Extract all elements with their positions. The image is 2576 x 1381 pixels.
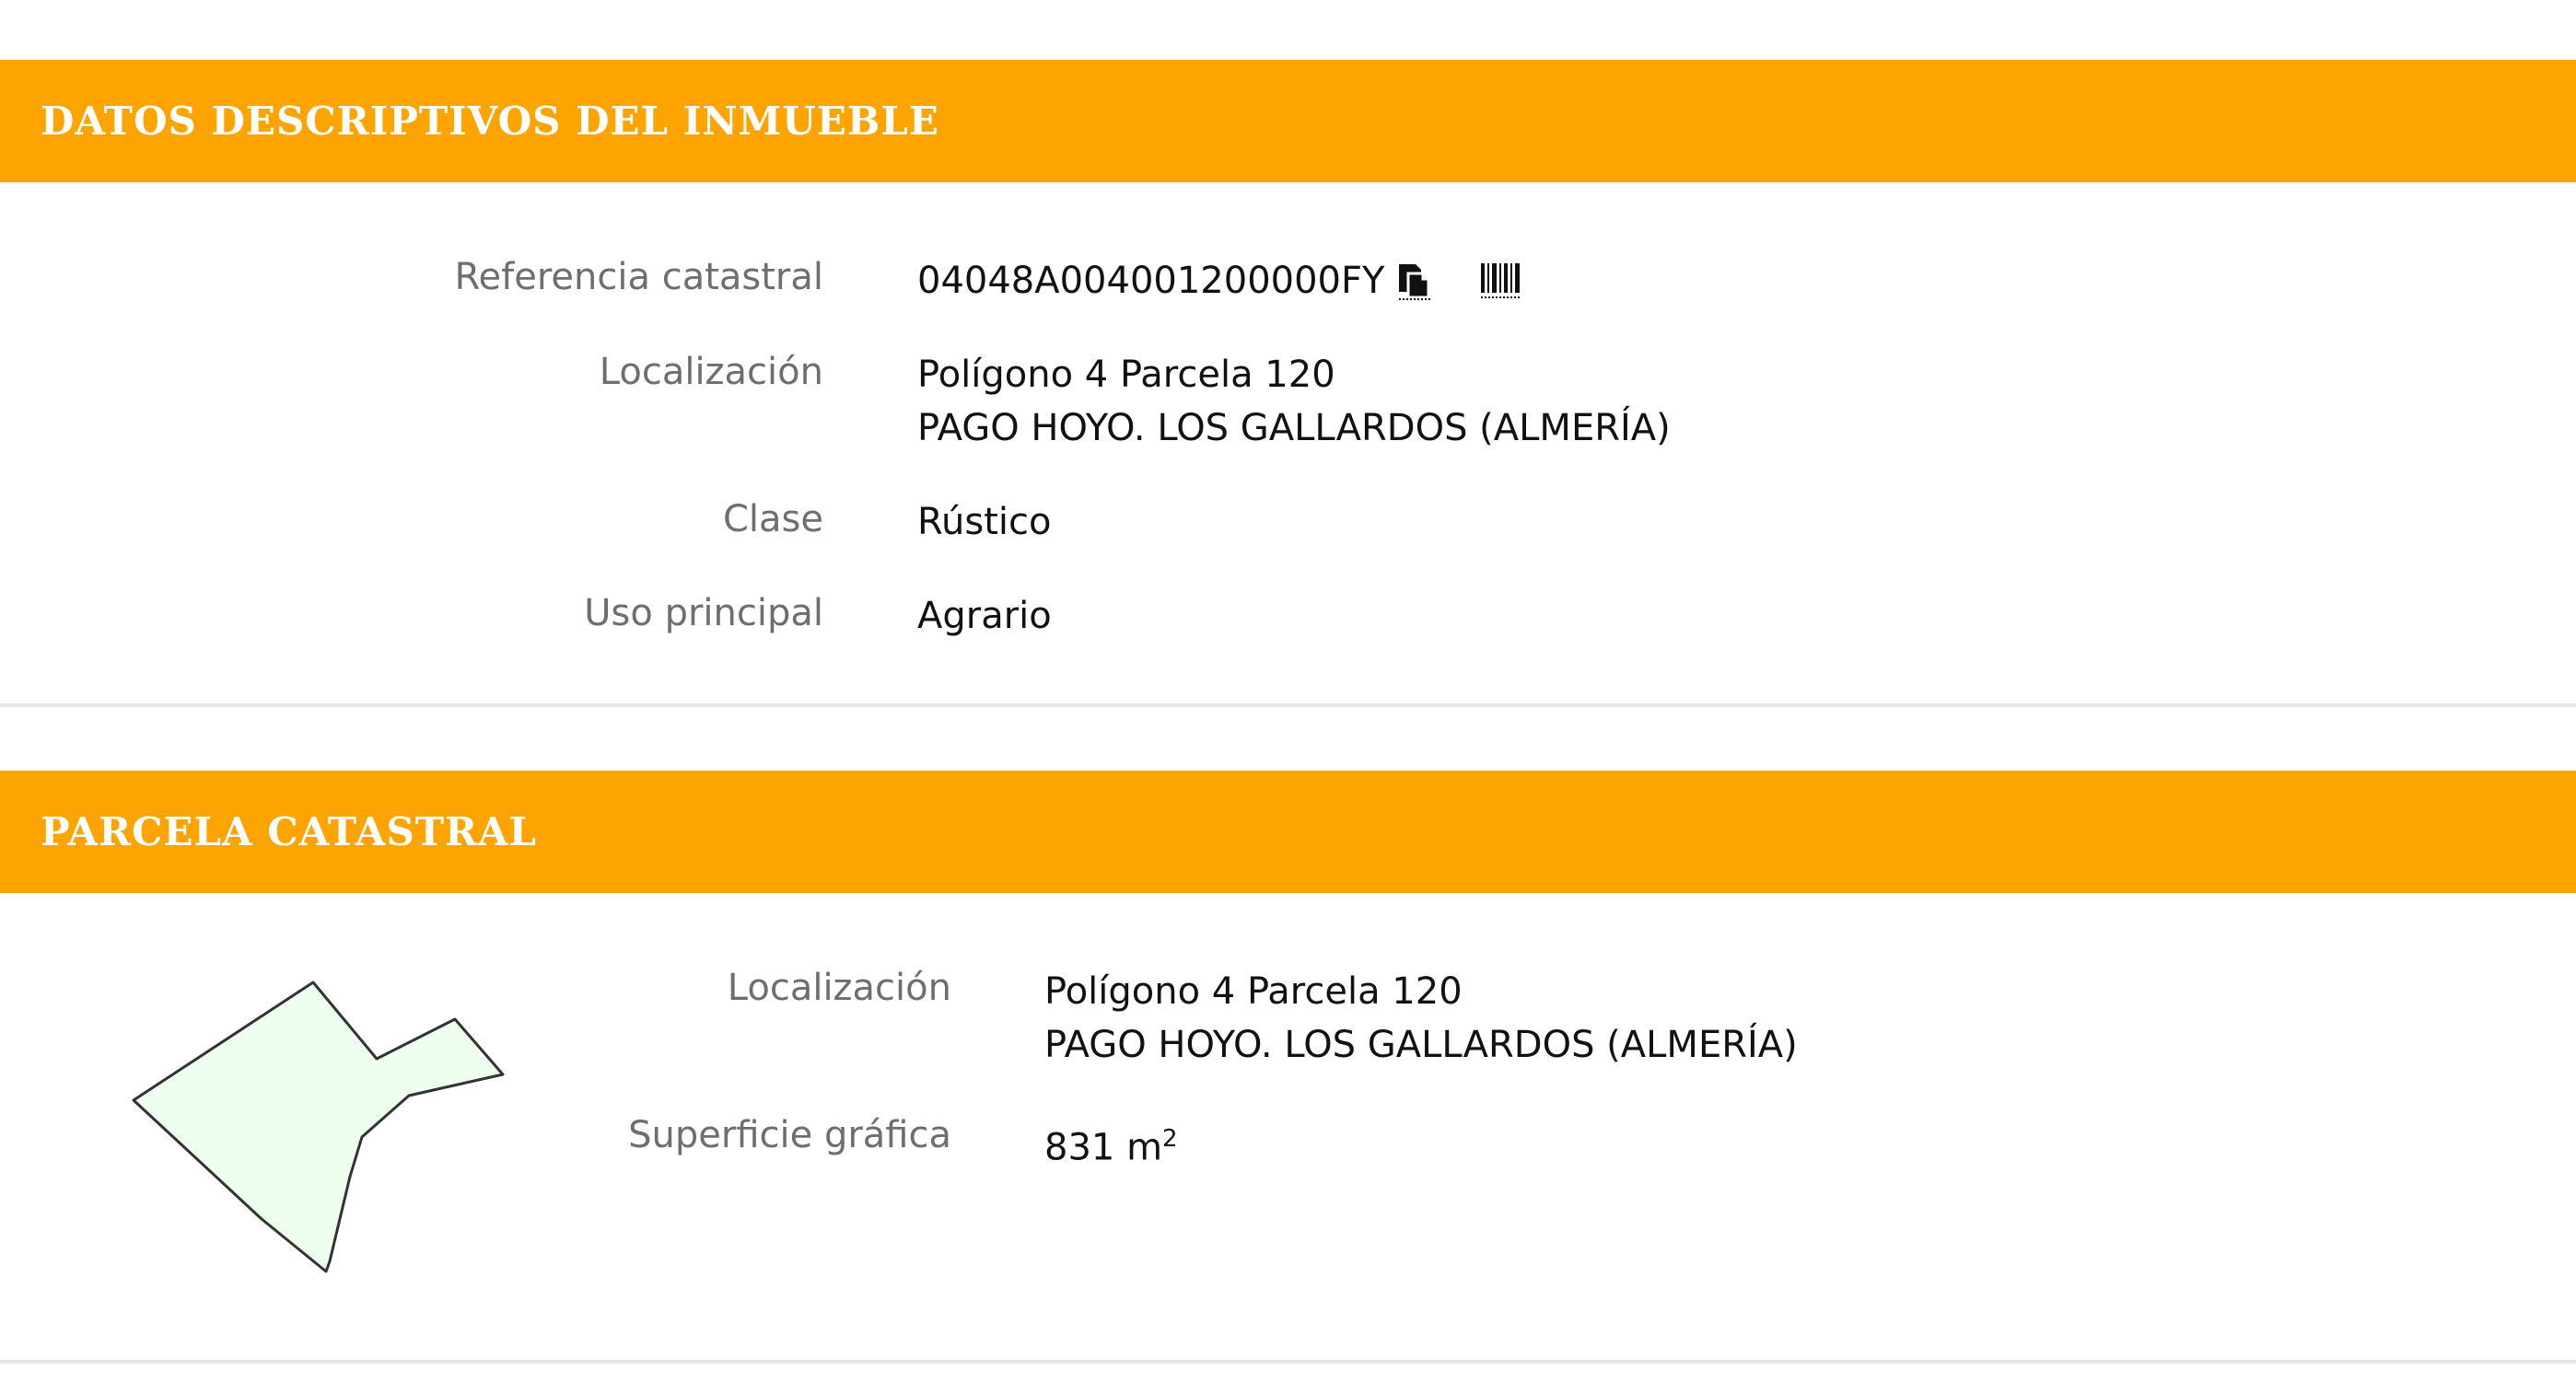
uso-principal-label: Uso principal [584,592,823,634]
referencia-catastral-label: Referencia catastral [454,256,823,298]
parcela-localizacion-line-1: Polígono 4 Parcela 120 [1044,970,1463,1013]
referencia-catastral-row: 04048A004001200000FY [917,254,1521,308]
localizacion-line-1: Polígono 4 Parcela 120 [917,354,1335,396]
localizacion-line-2: PAGO HOYO. LOS GALLARDOS (ALMERÍA) [917,407,1671,449]
superficie-grafica-value: 831 m2 [1044,1112,1178,1174]
parcel-shape-image [132,981,505,1273]
section-divider-bottom [0,1360,2576,1364]
superficie-unit-superscript: 2 [1162,1125,1178,1153]
localizacion-label: Localización [599,351,823,393]
datos-descriptivos-header: DATOS DESCRIPTIVOS DEL INMUEBLE [0,60,2576,182]
copy-icon[interactable] [1395,261,1434,301]
parcela-localizacion-label: Localización [727,967,951,1009]
clase-label: Clase [722,498,823,540]
barcode-icon[interactable] [1480,261,1521,300]
superficie-value-text: 831 m [1044,1126,1163,1169]
parcela-localizacion-value: Polígono 4 Parcela 120 PAGO HOYO. LOS GA… [1044,965,1798,1072]
section-divider [0,703,2576,707]
localizacion-value: Polígono 4 Parcela 120 PAGO HOYO. LOS GA… [917,348,1671,455]
parcela-localizacion-line-2: PAGO HOYO. LOS GALLARDOS (ALMERÍA) [1044,1024,1798,1066]
uso-principal-value: Agrario [917,595,1052,637]
parcela-catastral-title: PARCELA CATASTRAL [41,809,538,854]
clase-value: Rústico [917,501,1052,543]
superficie-grafica-label: Superficie gráfica [628,1114,951,1156]
parcela-catastral-header: PARCELA CATASTRAL [0,771,2576,893]
datos-descriptivos-title: DATOS DESCRIPTIVOS DEL INMUEBLE [41,99,939,144]
referencia-catastral-value[interactable]: 04048A004001200000FY [917,260,1384,302]
